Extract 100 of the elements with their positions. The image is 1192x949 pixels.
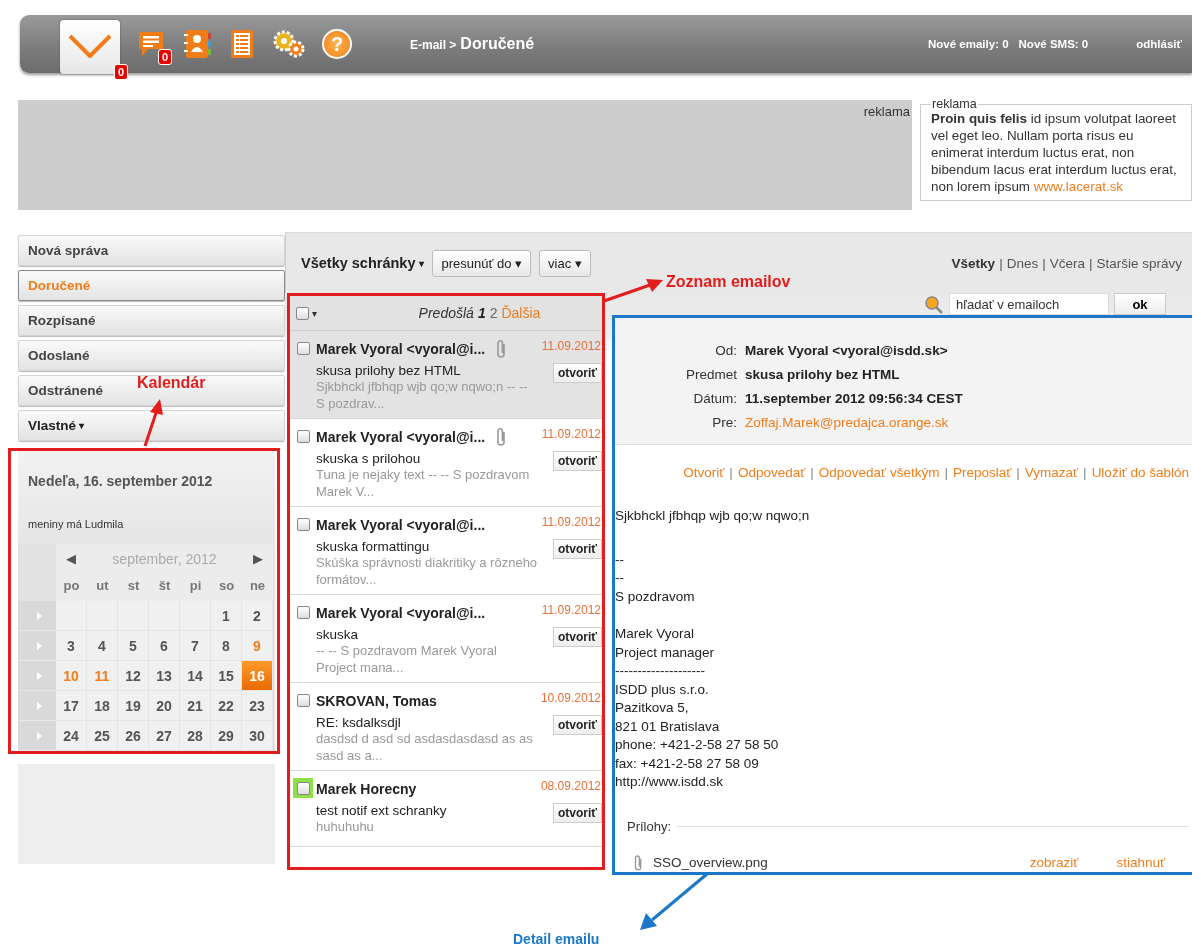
- select-menu-caret[interactable]: ▾: [312, 307, 317, 319]
- sidebar-item[interactable]: Rozpísané: [18, 305, 285, 336]
- calendar-day[interactable]: 2: [242, 601, 273, 631]
- calendar-day[interactable]: 5: [118, 631, 149, 661]
- sidebar-item[interactable]: Nová správa: [18, 235, 285, 266]
- attachment-name: SSO_overview.png: [653, 855, 768, 870]
- sidebar-item[interactable]: Odoslané: [18, 340, 285, 371]
- search-button[interactable]: ok: [1114, 293, 1166, 315]
- separator-text: |: [1083, 465, 1087, 482]
- open-button[interactable]: otvoriť: [552, 627, 602, 647]
- email-date: 11.09.2012: [541, 427, 601, 441]
- calendar-day[interactable]: 7: [180, 631, 211, 661]
- row-checkbox[interactable]: [296, 342, 310, 355]
- next-month-button[interactable]: ▶: [253, 551, 263, 566]
- annotation-label: Kalendár: [137, 374, 206, 392]
- calendar-day[interactable]: 29: [211, 721, 242, 751]
- row-checkbox[interactable]: [296, 694, 310, 707]
- calendar-day[interactable]: 26: [118, 721, 149, 751]
- sender-name: Marek Vyoral <vyoral@i...: [316, 341, 486, 357]
- email-subject: RE: ksdalksdjl: [316, 715, 402, 730]
- calendar-day[interactable]: 6: [149, 631, 180, 661]
- calendar-day[interactable]: 15: [211, 661, 242, 691]
- email-date: 10.09.2012: [540, 691, 601, 705]
- filter-link[interactable]: Staršie správy: [1096, 255, 1182, 271]
- open-button[interactable]: otvoriť: [552, 451, 602, 471]
- email-preview: huhuhuhu: [316, 818, 375, 835]
- header-label: Dátum:: [692, 390, 737, 406]
- email-date: 11.09.2012: [541, 339, 601, 353]
- row-checkbox[interactable]: [296, 606, 310, 619]
- email-preview: Sjkbhckl jfbhqp wjb qo;w nqwo;n -- -- S pozdrav...: [316, 378, 529, 412]
- email-date: 11.09.2012: [541, 515, 601, 529]
- search-field[interactable]: hľadať v emailoch: [949, 293, 1109, 315]
- page-link[interactable]: 1: [477, 305, 486, 321]
- sender-name: Marek Vyoral <vyoral@i...: [316, 429, 486, 445]
- select-all-checkbox[interactable]: [296, 306, 309, 320]
- nameday-text: meniny má Ludmila: [28, 518, 124, 530]
- email-preview: -- -- S pozdravom Marek Vyoral Project mana...: [316, 642, 498, 676]
- calendar-day[interactable]: 14: [180, 661, 211, 691]
- search-icon: [924, 295, 944, 315]
- header-label: Od:: [714, 342, 737, 358]
- sidebar-item[interactable]: Vlastné ▾: [18, 410, 285, 441]
- filter-link[interactable]: Včera: [1049, 255, 1085, 271]
- email-preview: Tuna je nejaky text -- -- S pozdravom Marek V...: [316, 466, 531, 500]
- email-date: 08.09.2012: [540, 779, 601, 793]
- attachments-label: Prílohy:: [627, 818, 672, 834]
- previous-month-button[interactable]: ◀: [66, 551, 76, 566]
- breadcrumb-current: Doručené: [460, 35, 535, 53]
- row-checkbox[interactable]: [296, 518, 310, 531]
- separator-text: |: [729, 465, 733, 482]
- dropdown-button[interactable]: viac ▾: [539, 249, 591, 277]
- mailbox-dropdown[interactable]: Všetky schránky ▾: [301, 255, 425, 271]
- email-body-text: Marek Vyoral Project manager -------------------- ISDD plus s.r.o. Pazitkova 5, 821 01 Bratislava phone: +421-2-58 27 58 50 fax: +421-2-58 27 58 09 http://www.isdd.sk: [615, 625, 780, 791]
- page-link[interactable]: 2: [489, 305, 498, 321]
- dropdown-button[interactable]: presunúť do ▾: [432, 249, 532, 277]
- open-button[interactable]: otvoriť: [552, 803, 602, 823]
- calendar-day[interactable]: 12: [118, 661, 149, 691]
- mail-button[interactable]: [60, 20, 120, 74]
- calendar-day[interactable]: 24: [56, 721, 87, 751]
- open-button[interactable]: otvoriť: [552, 363, 602, 383]
- logout-link[interactable]: odhlásiť: [1136, 38, 1182, 50]
- row-checkbox[interactable]: [296, 430, 310, 443]
- header-value: 11.september 2012 09:56:34 CEST: [745, 390, 964, 406]
- separator-text: |: [944, 465, 948, 482]
- annotation-label: Detail emailu: [513, 931, 600, 947]
- calendar-day[interactable]: 28: [180, 721, 211, 751]
- filter-link[interactable]: Všetky: [951, 255, 996, 271]
- separator-text: |: [810, 465, 814, 482]
- weekday-label: po: [56, 573, 87, 601]
- calendar-day[interactable]: 8: [211, 631, 242, 661]
- calendar-day[interactable]: 25: [87, 721, 118, 751]
- calendar-day[interactable]: 1: [211, 601, 242, 631]
- calendar-day[interactable]: 13: [149, 661, 180, 691]
- calendar-day[interactable]: 17: [56, 691, 87, 721]
- separator-text: |: [1088, 255, 1093, 271]
- previous-page-link[interactable]: Predošlá: [418, 305, 474, 321]
- open-button[interactable]: otvoriť: [552, 715, 602, 735]
- calendar-day[interactable]: 23: [242, 691, 273, 721]
- sender-name: Marek Horecny: [316, 781, 417, 797]
- breadcrumb-link[interactable]: E-mail >: [410, 38, 457, 52]
- calendar-day[interactable]: 18: [87, 691, 118, 721]
- email-body-text: -- -- S pozdravom: [615, 550, 696, 606]
- weekday-label: so: [211, 573, 242, 601]
- separator-text: |: [1042, 255, 1046, 271]
- calendar-day[interactable]: 21: [180, 691, 211, 721]
- new-sms-count: Nové SMS: 0: [1018, 38, 1089, 50]
- calendar-day[interactable]: 22: [211, 691, 242, 721]
- calendar-day[interactable]: 19: [118, 691, 149, 721]
- email-subject: skuska s prilohou: [316, 451, 422, 466]
- filter-link[interactable]: Dnes: [1006, 255, 1039, 271]
- count-badge: 0: [113, 64, 128, 80]
- calendar-day[interactable]: 20: [149, 691, 180, 721]
- sender-name: SKROVAN, Tomas: [316, 693, 437, 709]
- notepad-icon: [228, 28, 256, 60]
- email-row[interactable]: Marek Vyoral <vyoral@i... skusa prilohy bez HTML Sjkbhckl jfbhqp wjb qo;w nqwo;n -- -- S pozdrav... 11.09.2012 otvoriť: [290, 331, 602, 419]
- calendar-day[interactable]: 27: [149, 721, 180, 751]
- calendar-day[interactable]: 4: [87, 631, 118, 661]
- header-value: skusa prilohy bez HTML: [745, 366, 901, 382]
- calendar-day[interactable]: 30: [242, 721, 273, 751]
- open-button[interactable]: otvoriť: [552, 539, 602, 559]
- calendar-day[interactable]: 3: [56, 631, 87, 661]
